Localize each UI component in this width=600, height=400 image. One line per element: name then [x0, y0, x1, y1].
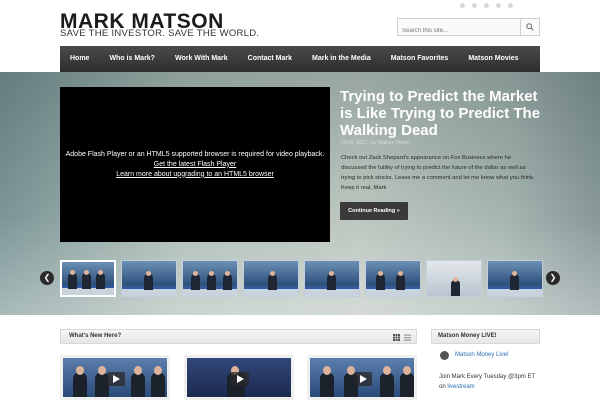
carousel-thumbnail[interactable]	[121, 260, 177, 297]
carousel-prev-arrow[interactable]: ❮	[40, 271, 54, 285]
whats-new-header: What's New Here?	[60, 329, 417, 344]
nav-item-who-is-mark[interactable]: Who is Mark?	[99, 46, 165, 72]
nav-item-contact-mark[interactable]: Contact Mark	[238, 46, 302, 72]
post-thumbnail[interactable]	[307, 355, 417, 400]
carousel-thumbnail[interactable]	[487, 260, 543, 297]
carousel-thumbnail[interactable]	[426, 260, 482, 297]
play-icon[interactable]	[354, 372, 372, 386]
whats-new-title: What's New Here?	[69, 333, 122, 339]
social-icon[interactable]	[484, 3, 489, 8]
post-thumbnail[interactable]	[184, 355, 294, 400]
video-player[interactable]: Adobe Flash Player or an HTML5 supported…	[60, 87, 330, 242]
continue-reading-button[interactable]: Continue Reading »	[340, 202, 408, 220]
live-widget-link[interactable]: Matson Money Live!	[455, 352, 509, 358]
video-unsupported-message: Adobe Flash Player or an HTML5 supported…	[65, 150, 325, 158]
nav-item-matson-favorites[interactable]: Matson Favorites	[381, 46, 459, 72]
search-box	[397, 18, 540, 39]
search-icon	[526, 23, 534, 31]
social-icon[interactable]	[508, 3, 513, 8]
social-icon[interactable]	[496, 3, 501, 8]
livestream-link[interactable]: livestream	[447, 384, 474, 390]
livestream-avatar-icon	[440, 351, 449, 360]
main-nav: Home Who is Mark? Work With Mark Contact…	[60, 46, 540, 72]
featured-meta: Oct 8, 2013 · by Matson Money	[341, 140, 411, 146]
carousel-thumbnail[interactable]	[304, 260, 360, 297]
play-icon[interactable]	[107, 372, 125, 386]
carousel-thumbnail[interactable]	[60, 260, 116, 297]
live-widget-title: Matson Money LIVE!	[438, 333, 497, 339]
post-thumbnail[interactable]	[60, 355, 170, 400]
grid-view-icon[interactable]	[393, 334, 400, 341]
featured-excerpt: Check out Zack Shepard's appearance on F…	[341, 155, 535, 191]
featured-headline[interactable]: Trying to Predict the Market is Like Try…	[340, 88, 550, 139]
social-icons	[460, 3, 540, 11]
nav-item-matson-movies[interactable]: Matson Movies	[458, 46, 528, 72]
carousel-next-arrow[interactable]: ❯	[546, 271, 560, 285]
html5-info-link[interactable]: Learn more about upgrading to an HTML5 b…	[116, 170, 274, 180]
nav-item-mark-in-the-media[interactable]: Mark in the Media	[302, 46, 381, 72]
social-icon[interactable]	[472, 3, 477, 8]
site-tagline: SAVE THE INVESTOR. SAVE THE WORLD.	[60, 28, 260, 39]
nav-item-home[interactable]: Home	[60, 46, 99, 72]
nav-item-work-with-mark[interactable]: Work With Mark	[165, 46, 238, 72]
carousel-thumbnail[interactable]	[182, 260, 238, 297]
flash-player-link[interactable]: Get the latest Flash Player	[154, 160, 236, 170]
carousel-thumbnail[interactable]	[243, 260, 299, 297]
search-button[interactable]	[520, 19, 539, 35]
social-icon[interactable]	[460, 3, 465, 8]
play-icon[interactable]	[231, 372, 249, 386]
list-view-icon[interactable]	[404, 334, 411, 341]
carousel-thumbnail[interactable]	[365, 260, 421, 297]
live-widget-header: Matson Money LIVE!	[431, 329, 540, 344]
search-input[interactable]	[398, 23, 521, 39]
live-widget-text: Join Mark Every Tuesday @3pm ET on lives…	[439, 372, 539, 392]
